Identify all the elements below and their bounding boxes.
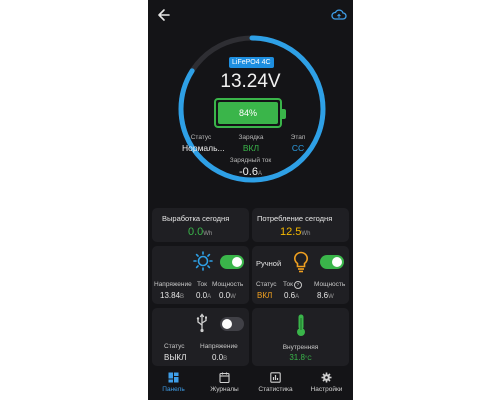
battery-icon: 84%: [214, 98, 286, 128]
bottom-navigation: Панель Журналы Статистика Настройки: [148, 368, 353, 400]
solar-power-value: 0.0W: [219, 291, 236, 300]
info-icon[interactable]: ?: [293, 281, 302, 289]
usb-status-label: Статус: [164, 343, 185, 350]
lightbulb-icon: [294, 251, 308, 273]
solar-current-value: 0.0A: [196, 291, 212, 300]
solar-current-label: Ток: [197, 281, 207, 288]
nav-settings[interactable]: Настройки: [301, 372, 352, 393]
load-card[interactable]: Ручной Статус ВКЛ Ток? 0.6A Мощность 8.6…: [252, 246, 349, 304]
nav-dashboard[interactable]: Панель: [148, 372, 199, 393]
charge-label: Зарядка: [238, 134, 264, 141]
charge-current-label: Зарядный ток: [229, 157, 272, 164]
dashboard-icon: [168, 372, 179, 383]
temperature-label: Внутренняя: [282, 344, 319, 351]
load-toggle[interactable]: [320, 255, 344, 269]
charge-current-value: -0.6A: [239, 166, 262, 178]
usb-voltage-value: 0.0B: [212, 353, 228, 362]
charge-value: ВКЛ: [242, 143, 260, 153]
back-arrow-icon[interactable]: [156, 7, 172, 23]
load-current-label: Ток?: [283, 281, 302, 289]
nav-journals-label: Журналы: [210, 386, 239, 393]
nav-statistics-label: Статистика: [258, 386, 293, 393]
battery-chemistry-badge: LiFePO4 4C: [229, 57, 274, 68]
temperature-card[interactable]: Внутренняя 31.8°C: [252, 308, 349, 366]
toggle-knob: [332, 257, 342, 267]
load-status-label: Статус: [256, 281, 277, 288]
usb-voltage-label: Напряжение: [200, 343, 238, 350]
nav-journals[interactable]: Журналы: [199, 372, 250, 393]
top-bar: [148, 0, 353, 30]
app-screen: LiFePO4 4C 13.24V 84% Статус Нормаль... …: [148, 0, 353, 400]
journal-icon: [219, 372, 230, 383]
generation-today-label: Выработка сегодня: [162, 214, 230, 223]
usb-status-value: ВЫКЛ: [164, 353, 187, 362]
battery-soc-fill: 84%: [218, 102, 278, 124]
nav-dashboard-label: Панель: [162, 386, 185, 393]
battery-terminal: [282, 109, 286, 119]
stage-label: Этап: [290, 134, 306, 141]
nav-settings-label: Настройки: [310, 386, 343, 393]
temperature-value: 31.8°C: [289, 353, 312, 362]
sun-icon: [193, 251, 213, 271]
solar-voltage-value: 13.84B: [160, 291, 185, 300]
thermometer-icon: [297, 314, 305, 336]
battery-voltage: 13.24V: [220, 71, 281, 92]
solar-card[interactable]: Напряжение 13.84B Ток 0.0A Мощность 0.0W: [152, 246, 249, 304]
battery-soc-label: 84%: [238, 108, 257, 118]
load-current-value: 0.6A: [284, 291, 300, 300]
toggle-knob: [232, 257, 242, 267]
consumption-today-card[interactable]: Потребление сегодня 12.5Wh: [252, 208, 349, 242]
solar-voltage-label: Напряжение: [154, 281, 192, 288]
load-power-value: 8.6W: [317, 291, 334, 300]
consumption-today-value: 12.5Wh: [280, 226, 311, 238]
nav-statistics[interactable]: Статистика: [250, 372, 301, 393]
load-power-label: Мощность: [314, 281, 346, 288]
usb-card[interactable]: Статус ВЫКЛ Напряжение 0.0B: [152, 308, 249, 366]
usb-toggle[interactable]: [220, 317, 244, 331]
load-mode-label: Ручной: [256, 259, 282, 268]
gear-icon: [321, 372, 332, 383]
cloud-sync-icon[interactable]: [331, 8, 347, 22]
chart-icon: [270, 372, 281, 383]
stage-value: CC: [291, 143, 305, 153]
generation-today-value: 0.0Wh: [188, 226, 213, 238]
status-label: Статус: [190, 134, 212, 141]
toggle-knob: [222, 319, 232, 329]
solar-toggle[interactable]: [220, 255, 244, 269]
generation-today-card[interactable]: Выработка сегодня 0.0Wh: [152, 208, 249, 242]
solar-power-label: Мощность: [212, 281, 244, 288]
consumption-today-label: Потребление сегодня: [257, 214, 333, 223]
usb-icon: [196, 313, 207, 333]
load-status-value: ВКЛ: [257, 291, 273, 300]
